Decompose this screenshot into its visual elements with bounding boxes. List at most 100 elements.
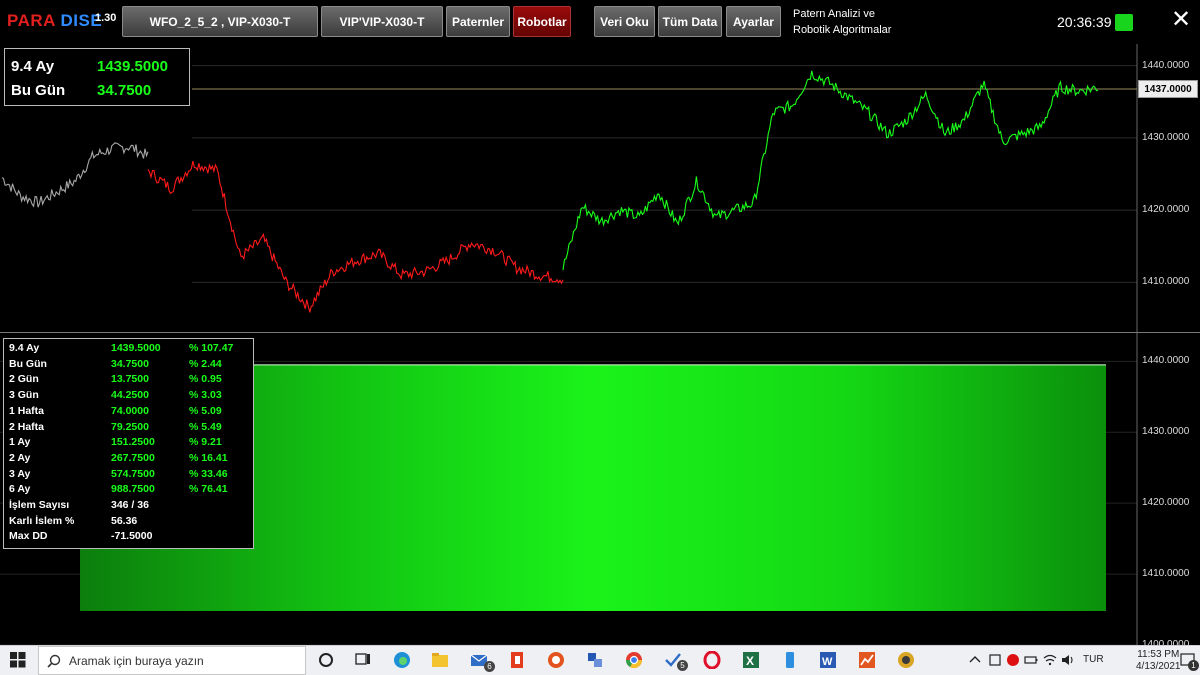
stats-label: 2 Hafta bbox=[9, 420, 45, 433]
app-icon-orange[interactable] bbox=[547, 651, 565, 669]
stats-value: 74.0000 bbox=[111, 404, 149, 417]
language-indicator[interactable]: TUR bbox=[1083, 654, 1104, 665]
cortana-icon[interactable] bbox=[317, 651, 335, 669]
stats-row: 2 Hafta 79.2500 % 5.49 bbox=[4, 421, 253, 437]
stats-value: 346 / 36 bbox=[111, 499, 149, 511]
summary-value: 34.7500 bbox=[97, 82, 152, 99]
stats-row: 1 Ay 151.2500 % 9.21 bbox=[4, 436, 253, 452]
stats-percent: % 9.21 bbox=[189, 436, 222, 449]
word-icon[interactable]: W bbox=[819, 651, 837, 669]
stats-row: 6 Ay 988.7500 % 76.41 bbox=[4, 483, 253, 499]
stats-row: İşlem Sayısı 346 / 36 bbox=[4, 499, 253, 515]
notification-badge: 1 bbox=[1188, 660, 1199, 671]
stats-value: 13.7500 bbox=[111, 373, 149, 386]
stats-percent: % 5.09 bbox=[189, 404, 222, 417]
windows-start-icon[interactable] bbox=[10, 652, 26, 668]
price-chart-panel: 1440.0000 1430.0000 1420.0000 1410.0000 143… bbox=[0, 44, 1200, 333]
stats-row: 1 Hafta 74.0000 % 5.09 bbox=[4, 405, 253, 421]
stats-label: 1 Hafta bbox=[9, 404, 45, 417]
symbol-combo-button[interactable]: WFO_2_5_2 , VIP-X030-T bbox=[122, 6, 318, 37]
excel-icon[interactable]: X bbox=[742, 651, 760, 669]
price-line-neutral bbox=[1, 142, 149, 208]
chevron-up-icon[interactable] bbox=[968, 653, 982, 667]
app-logo: PARA DISE bbox=[7, 11, 103, 30]
battery-icon[interactable] bbox=[1024, 653, 1038, 667]
wifi-icon[interactable] bbox=[1043, 653, 1057, 667]
task-view-icon[interactable] bbox=[354, 651, 372, 669]
stats-percent: % 76.41 bbox=[189, 483, 228, 496]
summary-value: 1439.5000 bbox=[97, 58, 168, 75]
edge-browser-icon[interactable] bbox=[393, 651, 411, 669]
stats-label: Karlı İslem % bbox=[9, 514, 75, 527]
stats-value: 988.7500 bbox=[111, 483, 155, 496]
y-tick-label: 1440.0000 bbox=[1142, 59, 1190, 71]
search-icon bbox=[47, 654, 61, 668]
price-line-down bbox=[147, 160, 564, 313]
y-tick-label: 1410.0000 bbox=[1142, 568, 1190, 580]
settings-button[interactable]: Ayarlar bbox=[726, 6, 781, 37]
stats-percent: % 0.95 bbox=[189, 373, 222, 386]
summary-label: Bu Gün bbox=[11, 82, 66, 99]
stats-percent: % 33.46 bbox=[189, 467, 228, 480]
stats-label: 2 Gün bbox=[9, 373, 39, 386]
clock: 20:36:39 bbox=[1057, 14, 1112, 30]
stats-label: 1 Ay bbox=[9, 436, 31, 449]
app-version: 1.30 bbox=[95, 12, 117, 24]
stats-row: Bu Gün 34.7500 % 2.44 bbox=[4, 358, 253, 374]
summary-box: 9.4 Ay 1439.5000 Bu Gün 34.7500 bbox=[4, 48, 190, 106]
mail-badge: 6 bbox=[484, 661, 495, 672]
stats-label: İşlem Sayısı bbox=[9, 499, 70, 511]
tasks-badge: 5 bbox=[677, 660, 688, 671]
stats-row: 2 Ay 267.7500 % 16.41 bbox=[4, 452, 253, 468]
stats-value: 151.2500 bbox=[111, 436, 155, 449]
equity-chart-panel: 1440.00001430.00001420.00001410.00001400… bbox=[0, 333, 1200, 650]
stats-value: 1439.5000 bbox=[111, 342, 161, 354]
stats-row: 3 Ay 574.7500 % 33.46 bbox=[4, 468, 253, 484]
all-data-button[interactable]: Tüm Data bbox=[658, 6, 722, 37]
windows-taskbar: Aramak için buraya yazın 6 5 X W TUR 11:… bbox=[0, 645, 1200, 675]
stats-row: 3 Gün 44.2500 % 3.03 bbox=[4, 389, 253, 405]
chart-app-icon[interactable] bbox=[858, 651, 876, 669]
price-line-up bbox=[562, 70, 1099, 271]
stats-label: 6 Ay bbox=[9, 483, 31, 496]
antivirus-icon[interactable] bbox=[1006, 653, 1020, 667]
stats-percent: % 5.49 bbox=[189, 420, 222, 433]
stats-row: 2 Gün 13.7500 % 0.95 bbox=[4, 373, 253, 389]
stats-value: 267.7500 bbox=[111, 451, 155, 464]
stats-label: 2 Ay bbox=[9, 451, 31, 464]
read-data-button[interactable]: Veri Oku bbox=[594, 6, 655, 37]
file-explorer-icon[interactable] bbox=[431, 651, 449, 669]
stats-percent: % 107.47 bbox=[189, 342, 234, 354]
stats-value: 56.36 bbox=[111, 514, 138, 527]
volume-icon[interactable] bbox=[1061, 653, 1075, 667]
taskbar-clock[interactable]: 11:53 PM 4/13/2021 bbox=[1136, 649, 1181, 673]
opera-icon[interactable] bbox=[703, 651, 721, 669]
y-tick-label: 1430.0000 bbox=[1142, 131, 1190, 143]
stats-label: Bu Gün bbox=[9, 357, 47, 370]
phone-app-icon[interactable] bbox=[781, 651, 799, 669]
office-icon[interactable] bbox=[508, 651, 526, 669]
network-app-icon[interactable] bbox=[586, 651, 604, 669]
stats-label: Max DD bbox=[9, 530, 48, 543]
chrome-icon[interactable] bbox=[625, 651, 643, 669]
taskbar-search-box[interactable]: Aramak için buraya yazın bbox=[38, 646, 306, 675]
price-series bbox=[1, 70, 1099, 313]
search-placeholder: Aramak için buraya yazın bbox=[69, 654, 204, 668]
stats-label: 3 Gün bbox=[9, 389, 39, 402]
stats-label: 3 Ay bbox=[9, 467, 31, 480]
tray-app-icon[interactable] bbox=[988, 653, 1002, 667]
vip-combo-button[interactable]: VIP'VIP-X030-T bbox=[321, 6, 443, 37]
robots-button[interactable]: Robotlar bbox=[513, 6, 571, 37]
stats-percent: % 2.44 bbox=[189, 357, 222, 370]
svg-text:X: X bbox=[746, 654, 754, 668]
close-icon[interactable]: ✕ bbox=[1171, 8, 1191, 32]
svg-text:W: W bbox=[822, 656, 833, 668]
stats-value: 79.2500 bbox=[111, 420, 149, 433]
y-tick-label: 1410.0000 bbox=[1142, 276, 1190, 288]
y-tick-label: 1440.0000 bbox=[1142, 355, 1190, 367]
patterns-button[interactable]: Paternler bbox=[446, 6, 510, 37]
stats-label: 9.4 Ay bbox=[9, 342, 40, 354]
paradise-app-icon[interactable] bbox=[897, 651, 915, 669]
stats-panel: 9.4 Ay 1439.5000 % 107.47 Bu Gün 34.7500 % 2.… bbox=[3, 338, 254, 549]
app-subtitle: Patern Analizi ve Robotik Algoritmalar bbox=[793, 8, 892, 36]
